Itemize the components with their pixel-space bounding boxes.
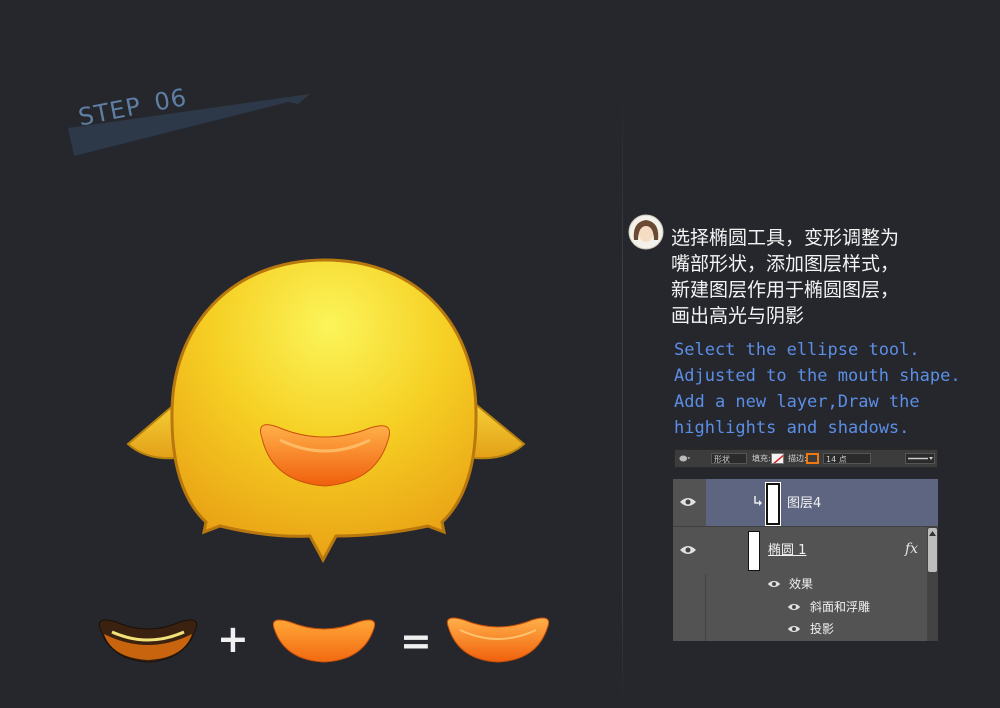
divider bbox=[622, 88, 623, 708]
scrollbar-thumb[interactable] bbox=[928, 528, 937, 572]
plus-sign: + bbox=[217, 617, 249, 661]
clip-arrow-icon bbox=[754, 496, 762, 506]
layers-scrollbar[interactable] bbox=[927, 526, 938, 641]
english-line: Add a new layer,Draw the bbox=[674, 392, 920, 412]
effect-row-shadow[interactable]: 投影 bbox=[673, 621, 923, 641]
layer-thumbnail bbox=[748, 531, 760, 571]
eye-icon[interactable] bbox=[679, 496, 697, 508]
chinese-line: 画出高光与阴影 bbox=[671, 305, 805, 327]
layer-thumbnail bbox=[766, 483, 780, 525]
effect-row-bevel[interactable]: 斜面和浮雕 bbox=[673, 599, 923, 619]
stroke-size-field[interactable]: 14 点 bbox=[823, 453, 871, 464]
mouth-shadow-part bbox=[98, 619, 198, 663]
layer-row-layer4[interactable]: 图层4 bbox=[673, 479, 938, 526]
eye-icon[interactable] bbox=[679, 544, 697, 556]
stroke-label: 描边: bbox=[788, 454, 807, 463]
mouth-base-part bbox=[272, 619, 376, 663]
fill-swatch[interactable] bbox=[771, 453, 784, 464]
ps-options-bar: 形状 填充: 描边: 14 点 bbox=[674, 449, 938, 468]
equals-sign: = bbox=[400, 619, 432, 663]
layers-panel: 图层4 椭圆 1 fx 效果 斜面和浮雕 投影 bbox=[673, 479, 938, 641]
chinese-line: 嘴部形状，添加图层样式， bbox=[671, 253, 900, 275]
chinese-line: 选择椭圆工具，变形调整为 bbox=[671, 227, 900, 249]
layer-name[interactable]: 图层4 bbox=[787, 496, 821, 511]
chick-illustration bbox=[126, 258, 526, 564]
fx-icon[interactable]: fx bbox=[905, 541, 918, 557]
english-line: Adjusted to the mouth shape. bbox=[674, 366, 961, 386]
effect-name: 投影 bbox=[810, 622, 835, 636]
chinese-line: 新建图层作用于椭圆图层， bbox=[671, 279, 900, 301]
chick-body bbox=[170, 258, 478, 564]
english-line: Select the ellipse tool. bbox=[674, 340, 920, 360]
fill-label: 填充: bbox=[752, 454, 771, 463]
eye-icon[interactable] bbox=[767, 579, 781, 589]
eye-icon[interactable] bbox=[787, 602, 801, 612]
mouth-result-part bbox=[446, 617, 550, 663]
stroke-type-select[interactable] bbox=[905, 453, 935, 464]
effects-row[interactable]: 效果 bbox=[673, 576, 923, 596]
english-instructions: Select the ellipse tool. Adjusted to the… bbox=[674, 337, 961, 441]
english-line: highlights and shadows. bbox=[674, 418, 910, 438]
layer-name[interactable]: 椭圆 1 bbox=[768, 543, 806, 558]
stroke-swatch[interactable] bbox=[806, 453, 819, 464]
effects-label: 效果 bbox=[789, 577, 814, 591]
author-avatar bbox=[628, 214, 664, 250]
chinese-instructions: 选择椭圆工具，变形调整为 嘴部形状，添加图层样式， 新建图层作用于椭圆图层， 画… bbox=[671, 225, 971, 329]
effect-name: 斜面和浮雕 bbox=[810, 600, 871, 614]
ellipse-tool-icon[interactable] bbox=[679, 453, 691, 464]
eye-icon[interactable] bbox=[787, 624, 801, 634]
layer-row-ellipse1[interactable]: 椭圆 1 fx bbox=[673, 527, 938, 574]
shape-mode-select[interactable]: 形状 bbox=[711, 453, 747, 464]
